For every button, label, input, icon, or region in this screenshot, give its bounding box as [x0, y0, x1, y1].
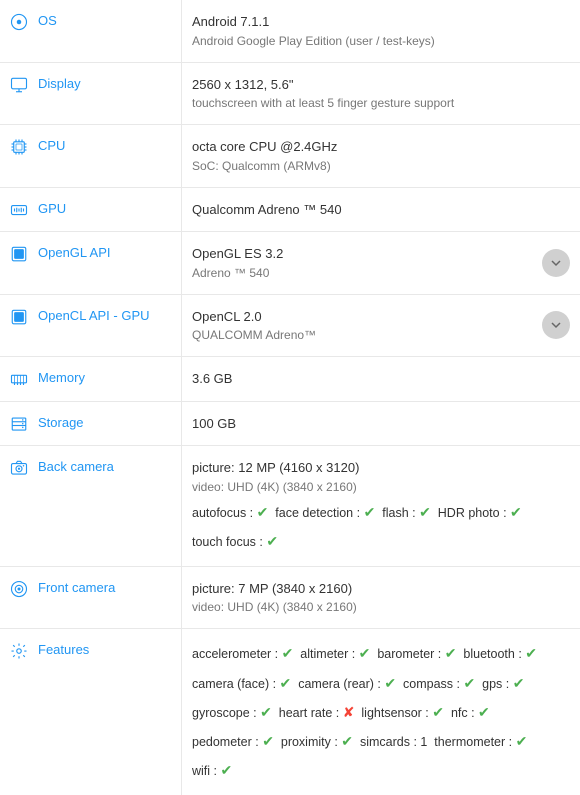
cpu-value-main: octa core CPU @2.4GHz: [192, 137, 570, 157]
label-features: Features: [0, 629, 181, 795]
opengl-icon: [8, 244, 30, 263]
row-features: Features accelerometer : ✔ altimeter : ✔…: [0, 629, 580, 795]
os-icon: [8, 12, 30, 31]
features-label: Features: [38, 641, 89, 657]
gpu-value-main: Qualcomm Adreno ™ 540: [192, 200, 570, 220]
display-value-main: 2560 x 1312, 5.6": [192, 75, 570, 95]
opencl-value-main: OpenCL 2.0: [192, 307, 534, 327]
back-camera-features-line2: touch focus : ✔: [192, 529, 570, 554]
features-icon: [8, 641, 30, 660]
row-gpu: GPU Qualcomm Adreno ™ 540: [0, 188, 580, 233]
gpu-label: GPU: [38, 200, 66, 216]
opencl-value-sub: QUALCOMM Adreno™: [192, 326, 534, 344]
row-opengl: OpenGL API OpenGL ES 3.2 Adreno ™ 540: [0, 232, 580, 295]
os-value-main: Android 7.1.1: [192, 12, 570, 32]
back-camera-value: picture: 12 MP (4160 x 3120) video: UHD …: [181, 446, 580, 566]
cpu-value-sub: SoC: Qualcomm (ARMv8): [192, 157, 570, 175]
row-memory: Memory 3.6 GB: [0, 357, 580, 402]
back-camera-value-sub: video: UHD (4K) (3840 x 2160): [192, 478, 570, 496]
label-front-camera: Front camera: [0, 567, 181, 629]
back-camera-value-main: picture: 12 MP (4160 x 3120): [192, 458, 570, 478]
cpu-value: octa core CPU @2.4GHz SoC: Qualcomm (ARM…: [181, 125, 580, 187]
front-camera-label: Front camera: [38, 579, 115, 595]
opencl-icon: [8, 307, 30, 326]
display-value: 2560 x 1312, 5.6" touchscreen with at le…: [181, 63, 580, 125]
back-camera-icon: [8, 458, 30, 477]
display-value-sub: touchscreen with at least 5 finger gestu…: [192, 94, 570, 112]
spec-table: OS Android 7.1.1 Android Google Play Edi…: [0, 0, 580, 795]
opengl-value-sub: Adreno ™ 540: [192, 264, 534, 282]
row-display: Display 2560 x 1312, 5.6" touchscreen wi…: [0, 63, 580, 126]
row-cpu: CPU octa core CPU @2.4GHz SoC: Qualcomm …: [0, 125, 580, 188]
gpu-icon: [8, 200, 30, 219]
storage-icon: [8, 414, 30, 433]
os-value: Android 7.1.1 Android Google Play Editio…: [181, 0, 580, 62]
cpu-label: CPU: [38, 137, 65, 153]
opencl-value: OpenCL 2.0 QUALCOMM Adreno™: [181, 295, 580, 357]
label-gpu: GPU: [0, 188, 181, 232]
storage-value: 100 GB: [181, 402, 580, 446]
display-icon: [8, 75, 30, 94]
label-opencl: OpenCL API - GPU: [0, 295, 181, 357]
os-value-sub: Android Google Play Edition (user / test…: [192, 32, 570, 50]
memory-value-main: 3.6 GB: [192, 369, 570, 389]
front-camera-value-main: picture: 7 MP (3840 x 2160): [192, 579, 570, 599]
opengl-value-main: OpenGL ES 3.2: [192, 244, 534, 264]
row-front-camera: Front camera picture: 7 MP (3840 x 2160)…: [0, 567, 580, 630]
opengl-label: OpenGL API: [38, 244, 111, 260]
opengl-dropdown[interactable]: [542, 249, 570, 277]
label-display: Display: [0, 63, 181, 125]
memory-icon: [8, 369, 30, 388]
memory-label: Memory: [38, 369, 85, 385]
features-line1: accelerometer : ✔ altimeter : ✔ baromete…: [192, 641, 570, 666]
storage-value-main: 100 GB: [192, 414, 570, 434]
label-opengl: OpenGL API: [0, 232, 181, 294]
display-label: Display: [38, 75, 81, 91]
features-line5: wifi : ✔: [192, 758, 570, 783]
cpu-icon: [8, 137, 30, 156]
opencl-label: OpenCL API - GPU: [38, 307, 150, 323]
front-camera-value-sub: video: UHD (4K) (3840 x 2160): [192, 598, 570, 616]
label-cpu: CPU: [0, 125, 181, 187]
features-line4: pedometer : ✔ proximity : ✔ simcards : 1…: [192, 729, 570, 754]
opengl-value: OpenGL ES 3.2 Adreno ™ 540: [181, 232, 580, 294]
back-camera-label: Back camera: [38, 458, 114, 474]
row-storage: Storage 100 GB: [0, 402, 580, 447]
label-memory: Memory: [0, 357, 181, 401]
memory-value: 3.6 GB: [181, 357, 580, 401]
gpu-value: Qualcomm Adreno ™ 540: [181, 188, 580, 232]
label-back-camera: Back camera: [0, 446, 181, 566]
features-value: accelerometer : ✔ altimeter : ✔ baromete…: [181, 629, 580, 795]
row-opencl: OpenCL API - GPU OpenCL 2.0 QUALCOMM Adr…: [0, 295, 580, 358]
features-line2: camera (face) : ✔ camera (rear) : ✔ comp…: [192, 671, 570, 696]
back-camera-features-line1: autofocus : ✔ face detection : ✔ flash :…: [192, 500, 570, 525]
label-os: OS: [0, 0, 181, 62]
storage-label: Storage: [38, 414, 84, 430]
front-camera-value: picture: 7 MP (3840 x 2160) video: UHD (…: [181, 567, 580, 629]
front-camera-icon: [8, 579, 30, 598]
row-back-camera: Back camera picture: 12 MP (4160 x 3120)…: [0, 446, 580, 567]
label-storage: Storage: [0, 402, 181, 446]
row-os: OS Android 7.1.1 Android Google Play Edi…: [0, 0, 580, 63]
opencl-dropdown[interactable]: [542, 311, 570, 339]
os-label: OS: [38, 12, 57, 28]
features-line3: gyroscope : ✔ heart rate : ✘ lightsensor…: [192, 700, 570, 725]
